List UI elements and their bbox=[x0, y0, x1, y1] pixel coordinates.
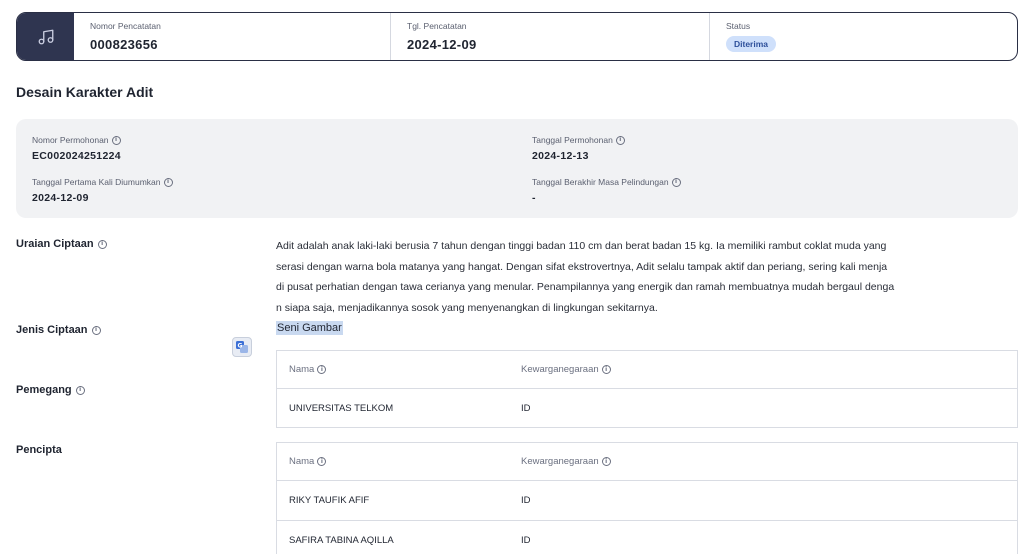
tanggal-pertama-value: 2024-12-09 bbox=[32, 192, 89, 204]
table-header-row: Nama i Kewarganegaraan i bbox=[277, 443, 1017, 480]
info-icon[interactable]: i bbox=[317, 365, 327, 374]
cell-kewarganegaraan: ID bbox=[521, 402, 531, 414]
nomor-permohonan-item: Nomor Permohonan i EC002024251224 bbox=[32, 135, 121, 162]
column-header-kewarganegaraan: Kewarganegaraan bbox=[521, 456, 599, 467]
cell-nama: UNIVERSITAS TELKOM bbox=[289, 402, 394, 414]
tanggal-permohonan-label: Tanggal Permohonan bbox=[532, 135, 613, 145]
description-line: serasi dengan warna bola matanya yang ha… bbox=[276, 260, 888, 273]
tanggal-berakhir-label: Tanggal Berakhir Masa Pelindungan bbox=[532, 177, 669, 187]
translate-button[interactable]: G bbox=[232, 337, 252, 357]
info-icon[interactable]: i bbox=[163, 177, 173, 187]
uraian-ciptaan-label-text: Uraian Ciptaan bbox=[16, 238, 94, 250]
tanggal-permohonan-value: 2024-12-13 bbox=[532, 150, 589, 162]
uraian-ciptaan-label: Uraian Ciptaan i bbox=[16, 238, 107, 250]
table-row: RIKY TAUFIK AFIF ID bbox=[277, 480, 1017, 520]
description-line: n siapa saja, menjadikannya sosok yang m… bbox=[276, 301, 658, 314]
record-summary-card: Nomor Pencatatan 000823656 Tgl. Pencatat… bbox=[16, 12, 1018, 61]
cell-nama: SAFIRA TABINA AQILLA bbox=[289, 535, 394, 546]
column-header-nama: Nama bbox=[289, 364, 315, 375]
cell-kewarganegaraan: ID bbox=[521, 535, 531, 546]
application-info-panel: Nomor Permohonan i EC002024251224 Tanggal… bbox=[16, 119, 1018, 218]
info-icon[interactable]: i bbox=[615, 135, 625, 145]
tgl-pencatatan-cell: Tgl. Pencatatan 2024-12-09 bbox=[390, 13, 709, 60]
info-icon[interactable]: i bbox=[75, 385, 85, 395]
nomor-permohonan-label: Nomor Permohonan bbox=[32, 135, 109, 145]
info-icon[interactable]: i bbox=[601, 457, 611, 466]
pemegang-label: Pemegang i bbox=[16, 384, 85, 396]
pemegang-table: Nama i Kewarganegaraan i UNIVERSITAS TELKO… bbox=[276, 350, 1018, 428]
status-label: Status bbox=[726, 21, 751, 31]
pencipta-label-text: Pencipta bbox=[16, 444, 62, 456]
table-header-row: Nama i Kewarganegaraan i bbox=[277, 351, 1017, 388]
jenis-ciptaan-value: Seni Gambar bbox=[276, 321, 343, 335]
tgl-pencatatan-value: 2024-12-09 bbox=[407, 37, 477, 52]
uraian-ciptaan-text: Adit adalah anak laki-laki berusia 7 tah… bbox=[276, 236, 1018, 318]
jenis-ciptaan-label: Jenis Ciptaan i bbox=[16, 324, 101, 336]
info-icon[interactable]: i bbox=[91, 325, 101, 335]
info-icon[interactable]: i bbox=[97, 239, 107, 249]
svg-text:G: G bbox=[238, 343, 243, 350]
description-line: Adit adalah anak laki-laki berusia 7 tah… bbox=[276, 240, 887, 252]
column-header-kewarganegaraan: Kewarganegaraan bbox=[521, 364, 599, 375]
tanggal-pertama-item: Tanggal Pertama Kali Diumumkan i 2024-12-… bbox=[32, 177, 173, 204]
cell-nama: RIKY TAUFIK AFIF bbox=[289, 495, 370, 506]
pencipta-table: Nama i Kewarganegaraan i RIKY TAUFIK AFIF … bbox=[276, 442, 1018, 554]
description-line: di pusat perhatian dengan tawa cerianya … bbox=[276, 281, 895, 293]
translate-icon: G bbox=[236, 341, 248, 353]
status-cell: Status Diterima bbox=[709, 13, 1017, 60]
info-icon[interactable]: i bbox=[671, 177, 681, 187]
info-icon[interactable]: i bbox=[601, 365, 611, 374]
music-note-icon bbox=[38, 29, 53, 44]
tanggal-berakhir-item: Tanggal Berakhir Masa Pelindungan i - bbox=[532, 177, 681, 204]
info-icon[interactable]: i bbox=[317, 457, 327, 466]
column-header-nama: Nama bbox=[289, 456, 315, 467]
jenis-ciptaan-label-text: Jenis Ciptaan bbox=[16, 324, 88, 336]
tanggal-permohonan-item: Tanggal Permohonan i 2024-12-13 bbox=[532, 135, 625, 162]
cell-kewarganegaraan: ID bbox=[521, 495, 531, 506]
category-icon-box bbox=[17, 13, 74, 60]
tanggal-pertama-label: Tanggal Pertama Kali Diumumkan bbox=[32, 177, 161, 187]
info-icon[interactable]: i bbox=[111, 135, 121, 145]
tanggal-berakhir-value: - bbox=[532, 192, 536, 204]
nomor-pencatatan-label: Nomor Pencatatan bbox=[90, 21, 161, 31]
tgl-pencatatan-label: Tgl. Pencatatan bbox=[407, 21, 467, 31]
nomor-permohonan-value: EC002024251224 bbox=[32, 150, 121, 162]
pemegang-label-text: Pemegang bbox=[16, 384, 72, 396]
nomor-pencatatan-value: 000823656 bbox=[90, 37, 158, 52]
status-badge: Diterima bbox=[726, 36, 777, 52]
page-title: Desain Karakter Adit bbox=[16, 84, 154, 100]
table-row: SAFIRA TABINA AQILLA ID bbox=[277, 520, 1017, 554]
pencipta-label: Pencipta bbox=[16, 444, 62, 456]
nomor-pencatatan-cell: Nomor Pencatatan 000823656 bbox=[74, 13, 390, 60]
table-row: UNIVERSITAS TELKOM ID bbox=[277, 388, 1017, 427]
